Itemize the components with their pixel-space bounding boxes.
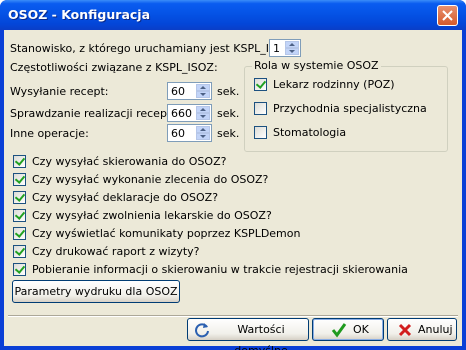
- other-operations-label: Inne operacje:: [10, 127, 89, 140]
- ok-label: OK: [353, 323, 369, 336]
- other-operations-unit: sek.: [217, 127, 240, 140]
- role-group-title: Rola w systemie OSOZ: [252, 59, 381, 72]
- option-send-sick-leave-checkbox[interactable]: [13, 209, 26, 222]
- checkmark-icon: [331, 323, 347, 338]
- role-family-doctor-label[interactable]: Lekarz rodzinny (POZ): [273, 78, 395, 91]
- station-spin-buttons[interactable]: [285, 41, 299, 55]
- option-send-orders-checkbox[interactable]: [13, 173, 26, 186]
- option-send-referrals-checkbox[interactable]: [13, 155, 26, 168]
- role-dentistry-checkbox[interactable]: [254, 126, 267, 139]
- refresh-icon: [195, 323, 209, 338]
- title-bar[interactable]: OSOZ - Konfiguracja: [0, 0, 466, 30]
- close-icon: [442, 10, 453, 21]
- role-specialist-clinic-label[interactable]: Przychodnia specjalistyczna: [273, 102, 427, 115]
- role-specialist-clinic-checkbox[interactable]: [254, 102, 267, 115]
- frequency-heading: Częstotliwości związane z KSPL_ISOZ:: [10, 61, 218, 74]
- cancel-label: Anuluj: [418, 323, 453, 336]
- role-dentistry-label[interactable]: Stomatologia: [273, 126, 346, 139]
- other-operations-spinner[interactable]: 60: [167, 124, 212, 142]
- station-spinner[interactable]: 1: [269, 39, 301, 57]
- ok-button[interactable]: OK: [312, 318, 384, 341]
- window-title: OSOZ - Konfiguracja: [8, 7, 151, 22]
- dialog-window: OSOZ - Konfiguracja Stanowisko, z któreg…: [0, 0, 466, 350]
- dialog-body: Stanowisko, z którego uruchamiany jest K…: [4, 30, 462, 350]
- x-icon: [398, 323, 412, 337]
- cancel-button[interactable]: Anuluj: [387, 318, 457, 341]
- option-send-referrals-label[interactable]: Czy wysyłać skierowania do OSOZ?: [32, 155, 226, 168]
- option-show-messages-checkbox[interactable]: [13, 227, 26, 240]
- send-prescriptions-spinner[interactable]: 60: [167, 82, 212, 100]
- role-family-doctor-checkbox[interactable]: [254, 78, 267, 91]
- option-fetch-referral-info-label[interactable]: Pobieranie informacji o skierowaniu w tr…: [32, 263, 408, 276]
- send-prescriptions-label: Wysyłanie recept:: [10, 85, 109, 98]
- send-prescriptions-spin-buttons[interactable]: [196, 84, 210, 98]
- option-send-sick-leave-label[interactable]: Czy wysyłać zwolnienia lekarskie do OSOZ…: [32, 209, 272, 222]
- defaults-button[interactable]: Wartości domyślne: [187, 318, 309, 350]
- option-show-messages-label[interactable]: Czy wyświetlać komunikaty poprzez KSPLDe…: [32, 227, 300, 240]
- option-send-declarations-label[interactable]: Czy wysyłać deklaracje do OSOZ?: [32, 191, 218, 204]
- print-params-label: Parametry wydruku dla OSOZ: [14, 285, 178, 298]
- option-send-orders-label[interactable]: Czy wysyłać wykonanie zlecenia do OSOZ?: [32, 173, 268, 186]
- option-print-report-checkbox[interactable]: [13, 245, 26, 258]
- send-prescriptions-unit: sek.: [217, 85, 240, 98]
- check-prescriptions-value[interactable]: 660: [171, 107, 192, 120]
- option-fetch-referral-info-checkbox[interactable]: [13, 263, 26, 276]
- option-send-declarations-checkbox[interactable]: [13, 191, 26, 204]
- station-value[interactable]: 1: [273, 42, 280, 55]
- send-prescriptions-value[interactable]: 60: [171, 85, 185, 98]
- check-prescriptions-spinner[interactable]: 660: [167, 104, 212, 122]
- check-prescriptions-unit: sek.: [217, 107, 240, 120]
- separator: [8, 315, 458, 317]
- other-operations-value[interactable]: 60: [171, 127, 185, 140]
- defaults-label: Wartości domyślne: [234, 323, 287, 350]
- check-prescriptions-label: Sprawdzanie realizacji recept:: [10, 107, 175, 120]
- station-label: Stanowisko, z którego uruchamiany jest K…: [10, 42, 296, 55]
- option-print-report-label[interactable]: Czy drukować raport z wizyty?: [32, 245, 200, 258]
- check-prescriptions-spin-buttons[interactable]: [196, 106, 210, 120]
- other-operations-spin-buttons[interactable]: [196, 126, 210, 140]
- close-button[interactable]: [437, 5, 458, 26]
- print-params-button[interactable]: Parametry wydruku dla OSOZ: [12, 280, 180, 303]
